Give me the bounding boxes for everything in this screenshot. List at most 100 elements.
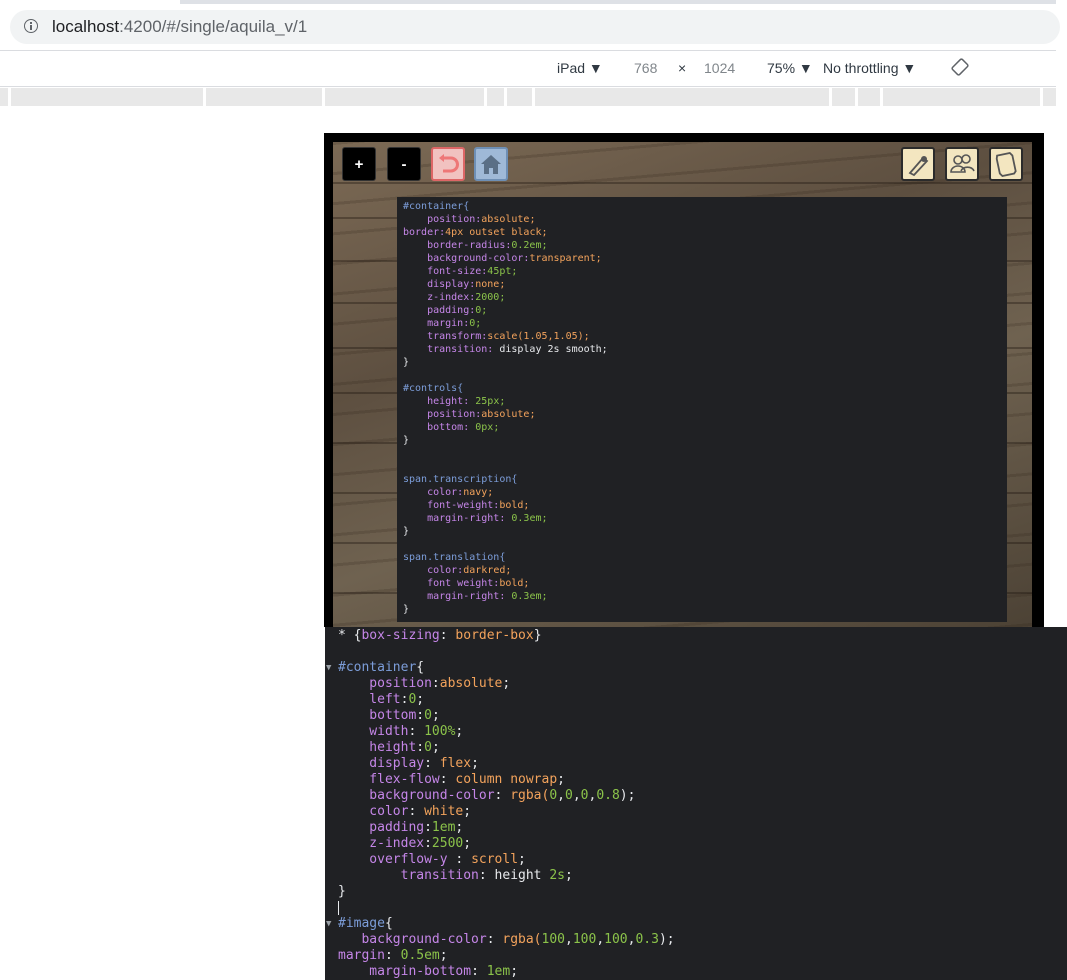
code-token: #controls{ bbox=[403, 383, 464, 394]
code-token: #image bbox=[338, 916, 385, 931]
height-input[interactable]: 1024 bbox=[704, 60, 735, 76]
code-token: height bbox=[494, 868, 550, 883]
code-token: : bbox=[424, 836, 432, 851]
quill-icon bbox=[908, 156, 929, 177]
code-token: ; bbox=[455, 724, 464, 739]
code-token: : bbox=[439, 772, 456, 787]
code-token: absolute; bbox=[481, 409, 536, 420]
device-toolbar: iPad ▼ 768 × 1024 75% ▼ No throttling ▼ bbox=[0, 50, 1056, 87]
code-token: z-index bbox=[338, 836, 425, 851]
code-token: font-size: bbox=[403, 266, 488, 277]
code-token: , bbox=[565, 932, 573, 947]
scroll-icon bbox=[995, 151, 1017, 177]
throttling-select[interactable]: No throttling ▼ bbox=[823, 60, 916, 76]
code-token: 0; bbox=[469, 318, 482, 329]
inner-code-line bbox=[397, 460, 1007, 473]
inner-code-line: border:4px outset black; bbox=[397, 226, 1007, 239]
code-token: box-sizing bbox=[361, 628, 440, 643]
code-token: ; bbox=[431, 740, 440, 755]
code-token: { bbox=[416, 660, 425, 675]
code-token: display bbox=[338, 756, 425, 771]
code-token: margin-right: bbox=[403, 591, 506, 602]
url-text[interactable]: localhost:4200/#/single/aquila_v/1 bbox=[52, 17, 307, 37]
code-token: none; bbox=[475, 279, 506, 290]
style-code-line: background-color: rgba(100,100,100,0.3); bbox=[325, 932, 1067, 948]
device-select[interactable]: iPad ▼ bbox=[557, 60, 603, 76]
inner-code-line: margin-right: 0.3em; bbox=[397, 590, 1007, 603]
inner-code-line: color:darkred; bbox=[397, 564, 1007, 577]
code-token: ; bbox=[416, 692, 425, 707]
style-code-line: display: flex; bbox=[325, 756, 1067, 772]
code-token: background-color bbox=[338, 932, 487, 947]
code-token: scale(1.05,1.05); bbox=[487, 331, 590, 342]
omnibox[interactable]: localhost:4200/#/single/aquila_v/1 bbox=[10, 10, 1060, 44]
dimension-separator: × bbox=[678, 60, 687, 76]
style-code-line: } bbox=[325, 884, 1067, 900]
inner-code-editor[interactable]: #container{ position:absolute; border:4px… bbox=[397, 197, 1007, 622]
style-code-line bbox=[325, 900, 1067, 916]
code-token: 2500 bbox=[431, 836, 464, 851]
code-token: 2s bbox=[549, 868, 565, 883]
code-token: border: bbox=[403, 227, 446, 238]
style-code-line: transition: height 2s; bbox=[325, 868, 1067, 884]
code-token: span.translation{ bbox=[403, 552, 506, 563]
collapse-triangle-icon[interactable]: ▼ bbox=[326, 660, 331, 676]
code-token: position bbox=[338, 676, 432, 691]
zoom-in-button[interactable]: + bbox=[342, 147, 376, 181]
code-token: } bbox=[338, 884, 346, 899]
zoom-select[interactable]: 75% ▼ bbox=[767, 60, 813, 76]
code-token: } bbox=[533, 628, 542, 643]
users-button[interactable] bbox=[945, 147, 979, 181]
code-token: font-weight: bbox=[403, 500, 500, 511]
inner-code-line: span.translation{ bbox=[397, 551, 1007, 564]
collapse-triangle-icon[interactable]: ▼ bbox=[326, 916, 331, 932]
home-button[interactable] bbox=[474, 147, 508, 181]
code-token: navy; bbox=[463, 487, 494, 498]
zoom-out-button[interactable]: - bbox=[387, 147, 421, 181]
code-token: : bbox=[424, 756, 440, 771]
code-token: : bbox=[416, 740, 425, 755]
code-token: { bbox=[384, 916, 393, 931]
style-code-line: height:0; bbox=[325, 740, 1067, 756]
code-token: ; bbox=[502, 676, 511, 691]
manuscript-viewer[interactable]: + - #container{position:absolute; borde… bbox=[333, 142, 1032, 627]
devtools-style-editor[interactable]: * {box-sizing: border-box} ▼ #container{ p… bbox=[325, 627, 1067, 980]
code-token: rgba( bbox=[510, 788, 550, 803]
code-token: 0.3em; bbox=[505, 513, 548, 524]
code-token: 100% bbox=[424, 724, 456, 739]
inner-code-line: border-radius:0.2em; bbox=[397, 239, 1007, 252]
code-token: ; bbox=[557, 772, 565, 787]
code-token: 0 bbox=[565, 788, 573, 803]
code-token: margin-bottom bbox=[338, 964, 472, 979]
code-token: : bbox=[384, 948, 401, 963]
code-token: 0 bbox=[424, 708, 432, 723]
inner-code-line: } bbox=[397, 525, 1007, 538]
code-token: height bbox=[338, 740, 417, 755]
text-cursor bbox=[338, 900, 339, 915]
code-token: bottom bbox=[338, 708, 417, 723]
code-token: height: bbox=[403, 396, 470, 407]
info-icon[interactable] bbox=[24, 19, 38, 33]
undo-button[interactable] bbox=[431, 147, 465, 181]
code-token: * { bbox=[338, 628, 362, 643]
inner-code-line: margin:0; bbox=[397, 317, 1007, 330]
code-token: 2000; bbox=[475, 292, 506, 303]
media-query-ruler bbox=[0, 88, 1056, 106]
code-token: margin bbox=[338, 948, 385, 963]
code-token: font weight: bbox=[403, 578, 500, 589]
code-token: , bbox=[572, 788, 581, 803]
code-token: border-radius: bbox=[403, 240, 512, 251]
code-token: : bbox=[431, 676, 440, 691]
undo-icon bbox=[439, 154, 459, 173]
rotate-icon[interactable] bbox=[951, 58, 969, 76]
width-input[interactable]: 768 bbox=[634, 60, 657, 76]
inner-code-line: transition: display 2s smooth; bbox=[397, 343, 1007, 356]
code-token: background-color bbox=[338, 788, 495, 803]
scroll-button[interactable] bbox=[989, 147, 1023, 181]
code-token: transition bbox=[338, 868, 479, 883]
code-token: position: bbox=[403, 214, 482, 225]
annotate-button[interactable] bbox=[901, 147, 935, 181]
style-code-line: ▼ #image{ bbox=[325, 916, 1067, 932]
style-code-line: width: 100%; bbox=[325, 724, 1067, 740]
code-token: position: bbox=[403, 409, 482, 420]
